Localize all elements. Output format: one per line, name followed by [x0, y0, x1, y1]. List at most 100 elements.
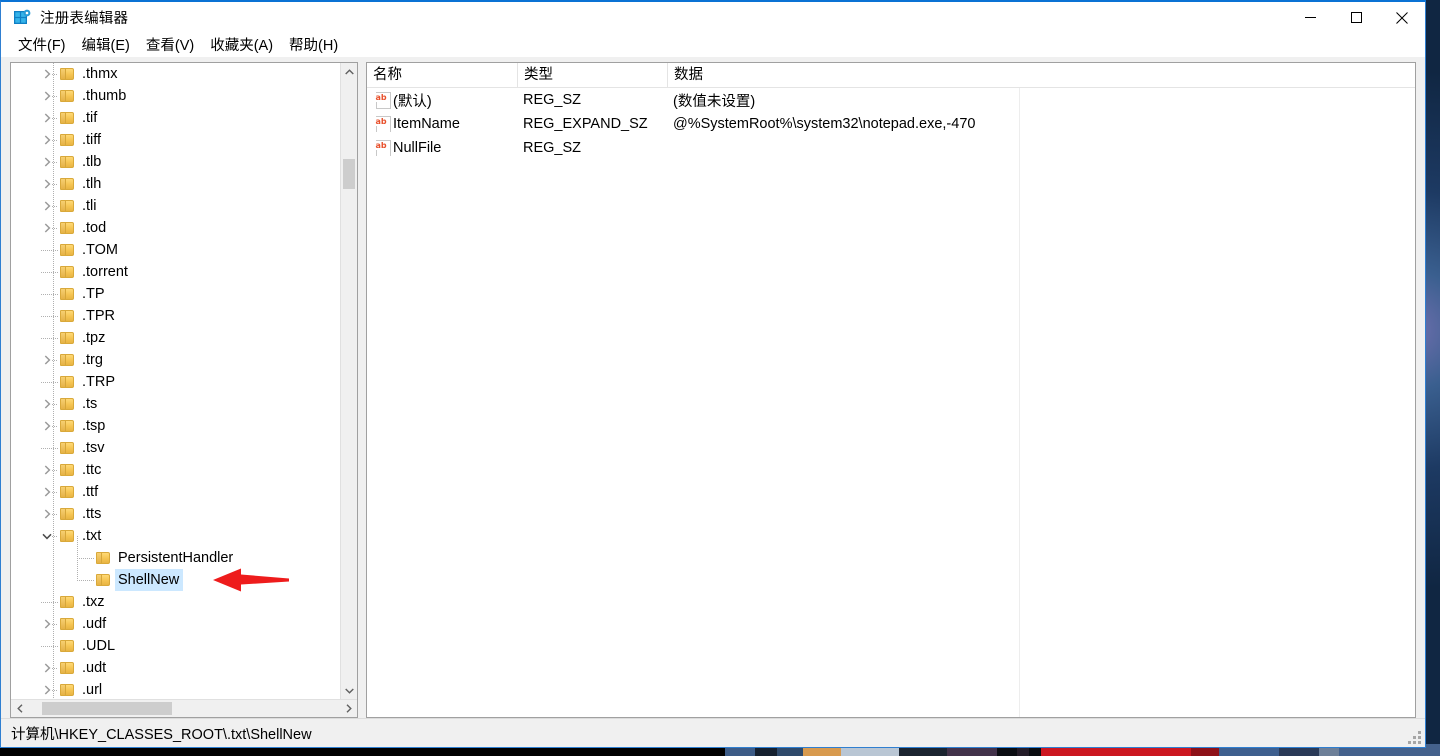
folder-icon	[59, 261, 75, 283]
column-type[interactable]: 类型	[517, 63, 667, 87]
tree-item[interactable]: .thmx	[11, 63, 357, 85]
tree-guide-stub	[41, 294, 58, 295]
tree-guide-stub	[77, 558, 94, 559]
title-bar[interactable]: 注册表编辑器	[1, 2, 1425, 33]
registry-values-pane: 名称 类型 数据 ab (默认) REG_SZ (数值未设置) ab ItemName REG_…	[366, 62, 1416, 718]
resize-grip[interactable]	[1408, 731, 1421, 744]
tree-item[interactable]: .ts	[11, 393, 357, 415]
column-separator	[1019, 88, 1020, 717]
registry-path-text: 计算机\HKEY_CLASSES_ROOT\.txt\ShellNew	[11, 726, 312, 743]
value-name-cell: ab (默认)	[367, 90, 517, 111]
column-name[interactable]: 名称	[367, 63, 517, 87]
tree-item[interactable]: .UDL	[11, 635, 357, 657]
value-type-cell: REG_SZ	[523, 92, 582, 108]
status-bar: 计算机\HKEY_CLASSES_ROOT\.txt\ShellNew	[1, 718, 1425, 747]
tree-item-label: .tsv	[82, 440, 105, 456]
tree-item[interactable]: .tif	[11, 107, 357, 129]
folder-icon	[59, 459, 75, 481]
folder-icon	[59, 173, 75, 195]
minimize-button[interactable]	[1287, 2, 1333, 33]
folder-icon	[59, 327, 75, 349]
tree-item-label: .tpz	[82, 330, 106, 346]
tree-hscrollbar-thumb[interactable]	[42, 702, 172, 715]
tree-item[interactable]: .tod	[11, 217, 357, 239]
tree-item[interactable]: .torrent	[11, 261, 357, 283]
tree-scrollbar-thumb[interactable]	[343, 159, 355, 189]
window-title: 注册表编辑器	[40, 11, 129, 27]
tree-horizontal-scrollbar[interactable]	[11, 699, 357, 717]
scroll-right-button[interactable]	[340, 700, 357, 717]
folder-icon	[59, 107, 75, 129]
value-row[interactable]: ab NullFile REG_SZ	[367, 136, 1415, 160]
tree-item-label: .tiff	[82, 132, 102, 148]
tree-item-label: .tod	[82, 220, 107, 236]
folder-icon	[59, 525, 75, 547]
column-data[interactable]: 数据	[667, 63, 1029, 87]
value-name-cell: ab NullFile	[367, 140, 517, 156]
tree-item[interactable]: .tsp	[11, 415, 357, 437]
tree-guide-stub	[52, 74, 58, 75]
tree-item-selected[interactable]: ShellNew	[11, 558, 357, 591]
menu-help[interactable]: 帮助(H)	[281, 32, 346, 58]
value-type-cell: REG_SZ	[523, 140, 582, 156]
close-button[interactable]	[1379, 2, 1425, 33]
value-row[interactable]: ab (默认) REG_SZ (数值未设置)	[367, 88, 1415, 112]
tree-guide-stub	[52, 426, 58, 427]
chevron-right-icon[interactable]	[39, 679, 55, 699]
value-name-cell: ab ItemName	[367, 116, 517, 132]
tree-item[interactable]: .ttc	[11, 459, 357, 481]
tree-item[interactable]: .ttf	[11, 481, 357, 503]
tree-item[interactable]: .tpz	[11, 327, 357, 349]
tree-item[interactable]: .tts	[11, 503, 357, 525]
values-column-headers: 名称 类型 数据	[367, 63, 1415, 88]
value-row[interactable]: ab ItemName REG_EXPAND_SZ @%SystemRoot%\sys…	[367, 112, 1415, 136]
menu-view[interactable]: 查看(V)	[138, 32, 202, 58]
tree-item-label: .txz	[82, 594, 105, 610]
tree-item-label: .thumb	[82, 88, 127, 104]
tree-guide-stub	[41, 602, 58, 603]
folder-icon	[59, 415, 75, 437]
tree-item[interactable]: .TPR	[11, 305, 357, 327]
value-data-cell: (数值未设置)	[673, 93, 756, 110]
tree-guide-stub	[52, 140, 58, 141]
string-value-icon: ab	[375, 116, 391, 132]
tree-item[interactable]: .tlb	[11, 151, 357, 173]
scroll-up-button[interactable]	[341, 63, 357, 80]
tree-item[interactable]: PersistentHandler	[11, 536, 357, 569]
menu-edit[interactable]: 编辑(E)	[74, 32, 138, 58]
tree-item[interactable]: .tlh	[11, 173, 357, 195]
tree-item[interactable]: .trg	[11, 349, 357, 371]
tree-item[interactable]: .tiff	[11, 129, 357, 151]
tree-item-label: .tli	[82, 198, 97, 214]
tree-guide-stub	[52, 118, 58, 119]
menu-favorites[interactable]: 收藏夹(A)	[202, 32, 281, 58]
tree-guide-stub	[52, 470, 58, 471]
tree-item[interactable]: .TOM	[11, 239, 357, 261]
tree-item-label: .TRP	[82, 374, 116, 390]
folder-icon	[59, 63, 75, 85]
maximize-button[interactable]	[1333, 2, 1379, 33]
tree-guide-stub	[52, 184, 58, 185]
tree-item[interactable]: .thumb	[11, 85, 357, 107]
scroll-down-button[interactable]	[341, 682, 357, 699]
window-controls	[1287, 2, 1425, 33]
tree-item[interactable]: .txt	[11, 525, 357, 547]
tree-item[interactable]: .TRP	[11, 371, 357, 393]
column-header-label: 名称	[373, 67, 402, 83]
folder-icon	[95, 547, 111, 569]
tree-item[interactable]: .tsv	[11, 437, 357, 459]
tree-item[interactable]: .udt	[11, 657, 357, 679]
tree-item[interactable]: .txz	[11, 591, 357, 613]
tree-item-label: .udf	[82, 616, 107, 632]
tree-item[interactable]: .tli	[11, 195, 357, 217]
folder-icon	[59, 371, 75, 393]
tree-item[interactable]: .url	[11, 679, 357, 699]
tree-guide-stub	[52, 668, 58, 669]
menu-file[interactable]: 文件(F)	[10, 32, 74, 58]
tree-item[interactable]: .udf	[11, 613, 357, 635]
column-header-label: 数据	[674, 67, 703, 83]
scroll-left-button[interactable]	[11, 700, 28, 717]
tree-vertical-scrollbar[interactable]	[340, 63, 357, 699]
tree-item-label: PersistentHandler	[118, 550, 234, 566]
tree-item[interactable]: .TP	[11, 283, 357, 305]
